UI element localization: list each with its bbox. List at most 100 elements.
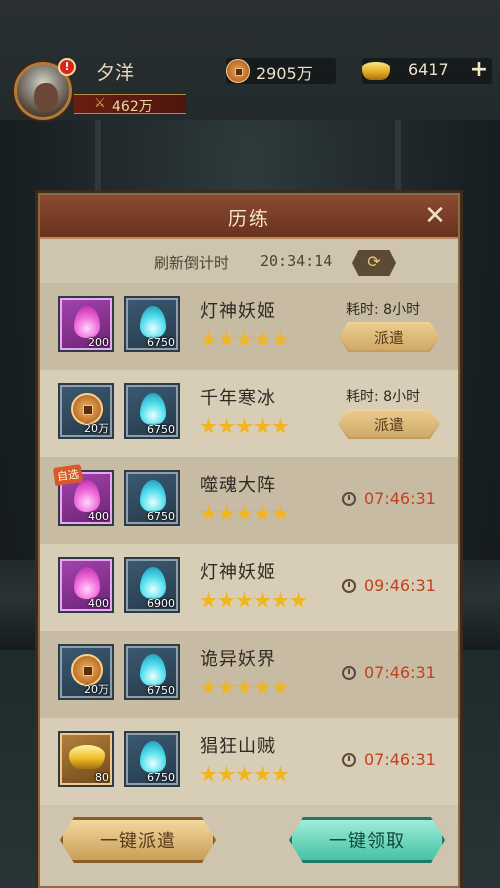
- star-icon: [254, 418, 271, 434]
- copper-value: 2905万: [256, 64, 313, 83]
- dispatch-all-button[interactable]: 一键派遣: [60, 817, 216, 863]
- cyan-flame-icon: [140, 306, 166, 338]
- star-icon: [272, 505, 289, 521]
- refresh-label: 刷新倒计时: [154, 254, 230, 272]
- power-strip: ⚔ 462万: [74, 94, 186, 115]
- clock-icon: [342, 492, 356, 506]
- star-icon: [236, 766, 253, 782]
- gold-ingot-icon: [362, 62, 390, 80]
- close-button[interactable]: ✕: [420, 201, 450, 231]
- top-bar: ! 夕洋 ⚔ 462万 2905万 6417 +: [0, 0, 500, 120]
- task-name: 诡异妖界: [200, 649, 276, 670]
- task-name: 噬魂大阵: [200, 475, 276, 496]
- reward-slot[interactable]: 6750: [124, 383, 180, 439]
- star-icon: [218, 331, 235, 347]
- star-icon: [200, 505, 217, 521]
- reward-qty: 400: [88, 597, 109, 610]
- star-icon: [254, 679, 271, 695]
- star-rating: [200, 331, 289, 349]
- dispatch-button[interactable]: 派遣: [338, 409, 440, 439]
- star-icon: [218, 418, 235, 434]
- task-name: 猖狂山贼: [200, 736, 276, 757]
- clock-icon: [342, 753, 356, 767]
- reward-slot[interactable]: 200: [58, 296, 114, 352]
- reward-slot[interactable]: 6750: [124, 470, 180, 526]
- star-rating: [200, 766, 289, 784]
- star-icon: [218, 592, 235, 608]
- refresh-row: 刷新倒计时 20:34:14 ⟳: [40, 247, 458, 277]
- cyan-flame-icon: [140, 741, 166, 773]
- refresh-button[interactable]: ⟳: [352, 250, 396, 276]
- pink-flame-icon: [74, 480, 100, 512]
- reward-slot[interactable]: 400 自选: [52, 464, 114, 526]
- star-rating: [200, 505, 289, 523]
- reward-qty: 6900: [147, 597, 175, 610]
- copper-currency: 2905万: [226, 58, 336, 84]
- alert-badge[interactable]: !: [58, 58, 76, 76]
- cyan-flame-icon: [140, 567, 166, 599]
- star-icon: [254, 592, 271, 608]
- reward-slot[interactable]: 20万: [58, 644, 114, 700]
- star-icon: [200, 766, 217, 782]
- reward-slot[interactable]: 6900: [124, 557, 180, 613]
- reward-qty: 6750: [147, 423, 175, 436]
- star-icon: [254, 766, 271, 782]
- star-icon: [200, 679, 217, 695]
- task-timer: 07:46:31: [364, 750, 436, 769]
- star-icon: [272, 331, 289, 347]
- task-row: 200 6750 灯神妖姬 耗时: 8小时 派遣: [40, 283, 458, 370]
- task-duration: 耗时: 8小时: [346, 302, 421, 318]
- claim-all-button[interactable]: 一键领取: [289, 817, 445, 863]
- power-icon: ⚔: [94, 96, 106, 111]
- reward-slot[interactable]: 6750: [124, 296, 180, 352]
- refresh-icon: ⟳: [367, 252, 381, 271]
- star-icon: [218, 505, 235, 521]
- background-pillar: [395, 120, 401, 200]
- auto-select-tag: 自选: [52, 464, 84, 486]
- dispatch-label: 派遣: [373, 416, 404, 434]
- refresh-countdown: 20:34:14: [260, 252, 333, 270]
- star-icon: [200, 592, 217, 608]
- task-row: 400 自选 6750 噬魂大阵 07:46:31: [40, 457, 458, 544]
- task-row: 20万 6750 诡异妖界 07:46:31: [40, 631, 458, 718]
- dispatch-button[interactable]: 派遣: [338, 322, 440, 352]
- star-icon: [272, 418, 289, 434]
- task-timer: 07:46:31: [364, 663, 436, 682]
- add-currency-button[interactable]: +: [466, 58, 492, 84]
- reward-qty: 80: [95, 771, 109, 784]
- star-rating: [200, 418, 289, 436]
- task-row: 20万 6750 千年寒冰 耗时: 8小时 派遣: [40, 370, 458, 457]
- reward-qty: 6750: [147, 684, 175, 697]
- task-timer: 09:46:31: [364, 576, 436, 595]
- power-value: 462万: [112, 99, 153, 115]
- panel-header: 历练 ✕: [40, 195, 458, 239]
- star-icon: [218, 766, 235, 782]
- reward-qty: 20万: [84, 422, 109, 435]
- dispatch-all-label: 一键派遣: [100, 831, 176, 852]
- star-icon: [236, 418, 253, 434]
- reward-qty: 6750: [147, 510, 175, 523]
- reward-slot[interactable]: 400: [58, 557, 114, 613]
- task-row: 80 6750 猖狂山贼 07:46:31: [40, 718, 458, 805]
- reward-qty: 6750: [147, 336, 175, 349]
- dispatch-label: 派遣: [373, 329, 404, 347]
- star-icon: [236, 592, 253, 608]
- background-pillar: [95, 120, 101, 200]
- star-rating: [200, 592, 307, 610]
- star-icon: [218, 679, 235, 695]
- star-icon: [254, 331, 271, 347]
- reward-slot[interactable]: 20万: [58, 383, 114, 439]
- pink-flame-icon: [74, 306, 100, 338]
- reward-qty: 400: [88, 510, 109, 523]
- avatar-face: [34, 83, 58, 111]
- reward-slot[interactable]: 6750: [124, 731, 180, 787]
- player-name: 夕洋: [96, 62, 135, 84]
- reward-qty: 20万: [84, 683, 109, 696]
- clock-icon: [342, 579, 356, 593]
- reward-slot[interactable]: 80: [58, 731, 114, 787]
- reward-slot[interactable]: 6750: [124, 644, 180, 700]
- cyan-flame-icon: [140, 654, 166, 686]
- star-icon: [272, 679, 289, 695]
- reward-qty: 200: [88, 336, 109, 349]
- star-rating: [200, 679, 289, 697]
